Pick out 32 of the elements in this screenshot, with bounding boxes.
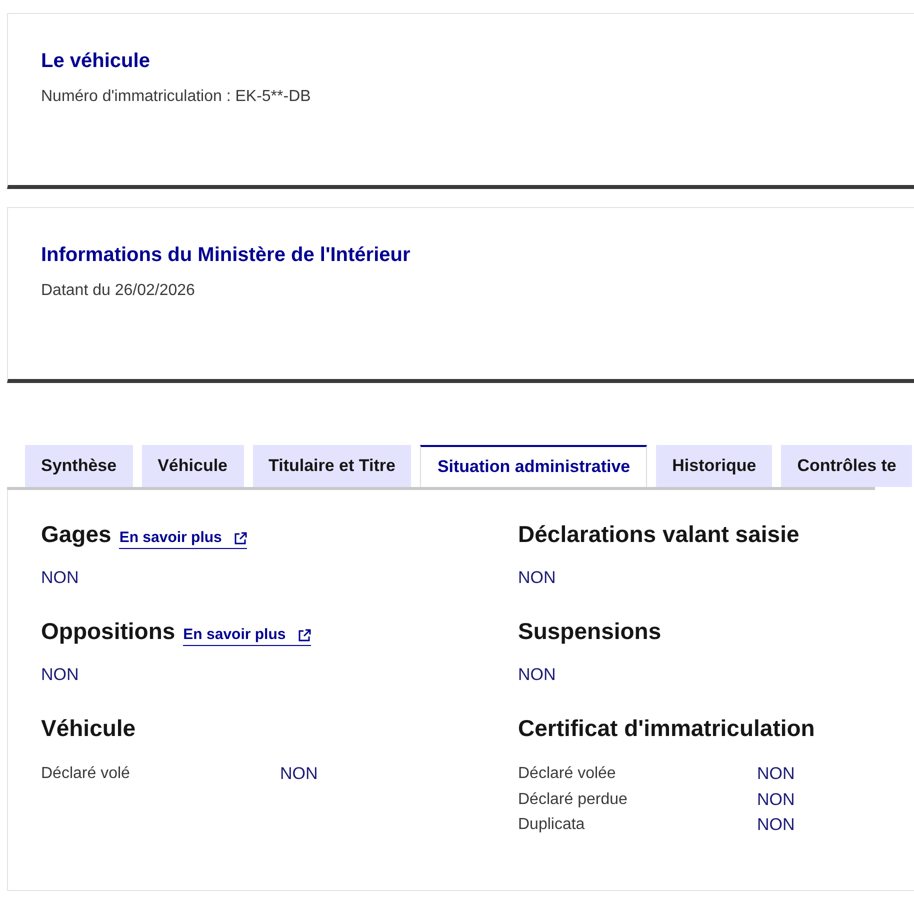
status-value: NON	[41, 567, 80, 589]
status-value: NON	[41, 664, 80, 686]
status-value: NON	[518, 664, 557, 686]
row-label: Déclaré volée	[518, 764, 617, 784]
row-label: Duplicata	[518, 815, 586, 835]
row-value: NON	[757, 788, 796, 810]
card-title: Le véhicule	[41, 49, 151, 74]
row-label: Déclaré perdue	[518, 790, 628, 810]
external-link-icon	[298, 628, 311, 642]
section-heading: Certificat d'immatriculation	[518, 714, 815, 743]
card-title: Informations du Ministère de l'Intérieur	[41, 243, 412, 268]
external-link-icon	[234, 532, 247, 544]
row-value: NON	[757, 814, 796, 836]
status-value: NON	[518, 567, 557, 589]
card-subtitle: Datant du 26/02/2026	[41, 281, 196, 301]
card-subtitle: Numéro d'immatriculation : EK-5**-DB	[41, 87, 312, 107]
section-heading: Véhicule	[41, 714, 136, 743]
tab[interactable]: Titulaire et Titre	[252, 445, 412, 487]
section-heading: Déclarations valant saisie	[518, 520, 800, 549]
section-heading: Suspensions	[518, 617, 662, 646]
learn-more-link[interactable]: En savoir plus	[119, 528, 247, 549]
section-heading: Gages	[41, 520, 112, 549]
tab[interactable]: Synthèse	[25, 445, 133, 487]
section-heading: Oppositions	[41, 617, 176, 646]
tab[interactable]: Véhicule	[142, 445, 244, 487]
tab[interactable]: Situation administrative	[420, 445, 648, 487]
tab[interactable]: Historique	[656, 445, 772, 487]
tab[interactable]: Contrôles te	[781, 445, 912, 487]
row-label: Déclaré volé	[41, 764, 131, 784]
learn-more-link[interactable]: En savoir plus	[183, 625, 311, 646]
row-value: NON	[280, 763, 319, 785]
row-value: NON	[757, 763, 796, 785]
